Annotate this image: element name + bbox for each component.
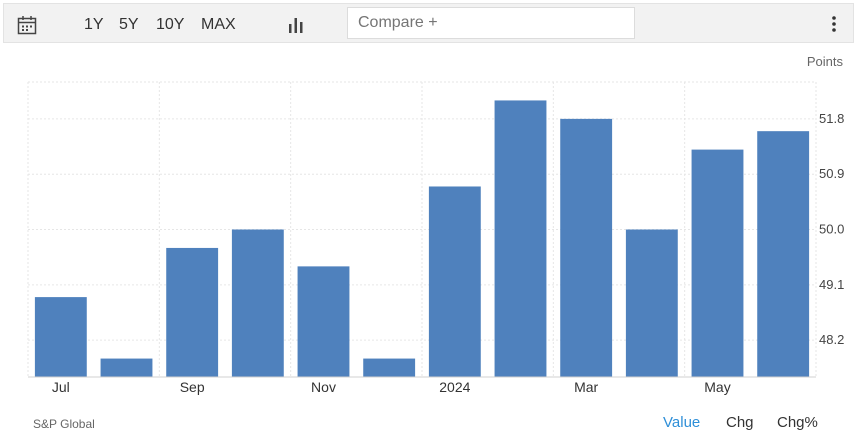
bar-dec [363,358,416,377]
source-label: S&P Global [33,417,95,431]
y-tick-label: 50.0 [819,222,844,237]
bar-jul [34,297,87,377]
bar-chart: 48.2 49.1 50.0 50.9 51.8 Jul Sep Nov 2024 Mar May [27,81,844,395]
bar-apr [625,229,678,377]
bar-2024 [428,186,481,377]
y-tick-label: 49.1 [819,277,844,292]
bar-mar [560,118,613,377]
mode-chg-button[interactable]: Chg [726,414,754,431]
bar-aug [100,358,153,377]
x-tick-label: 2024 [439,379,470,395]
bar-jun [757,131,810,377]
x-tick-label: Mar [574,379,598,395]
bar-feb [494,100,547,377]
y-tick-label: 48.2 [819,332,844,347]
y-tick-label: 51.8 [819,111,844,126]
bar-nov [297,266,350,377]
x-tick-label: Sep [180,379,205,395]
y-tick-label: 50.9 [819,166,844,181]
bar-may [691,149,744,377]
x-tick-label: Nov [311,379,336,395]
x-tick-label: Jul [52,379,70,395]
x-tick-label: May [704,379,730,395]
bar-sep [166,247,219,377]
mode-value-button[interactable]: Value [663,414,700,431]
bar-oct [231,229,284,377]
mode-chg-percent-button[interactable]: Chg% [777,414,818,431]
